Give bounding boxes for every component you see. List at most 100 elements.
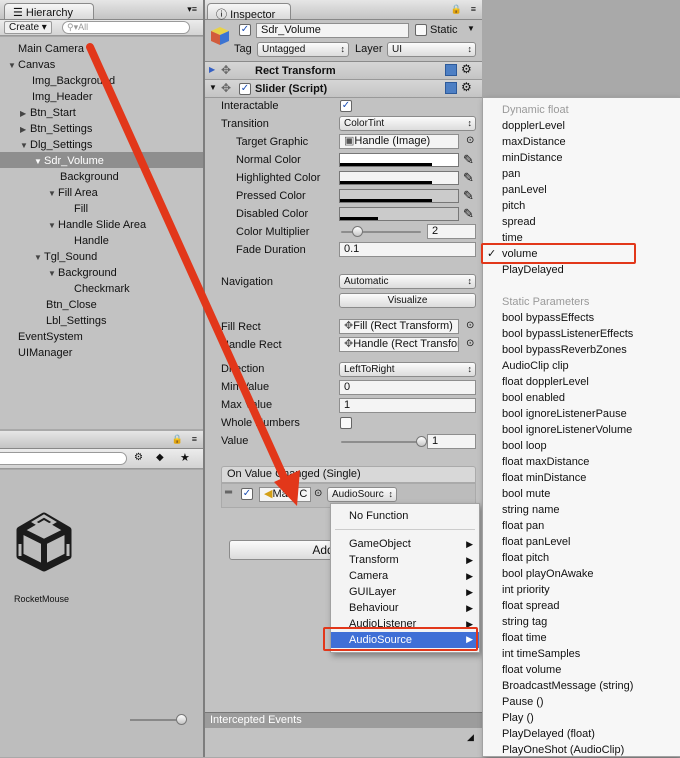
expand-triangle-icon[interactable]: ▼ — [48, 186, 58, 202]
lock-icon[interactable]: 🔒 — [451, 4, 462, 15]
hierarchy-item-uimanager[interactable]: UIManager — [18, 345, 72, 361]
disabled-color-swatch[interactable] — [339, 207, 459, 221]
expand-triangle-icon[interactable]: ▼ — [209, 83, 217, 92]
hierarchy-item-fill-area[interactable]: ▼ Fill Area — [48, 185, 98, 201]
event-function-dropdown[interactable]: AudioSourc — [327, 487, 397, 502]
menu-item-guilayer[interactable]: GUILayer ▶ — [349, 584, 473, 600]
target-graphic-field[interactable]: ▣Handle (Image) — [339, 134, 459, 149]
drag-handle-icon[interactable]: ═ — [225, 487, 232, 498]
menu-item-behaviour[interactable]: Behaviour ▶ — [349, 600, 473, 616]
value-slider-knob[interactable] — [416, 436, 427, 447]
create-button[interactable]: Create ▾ — [4, 21, 52, 34]
visualize-button[interactable]: Visualize — [339, 293, 476, 308]
hierarchy-item-eventsystem[interactable]: EventSystem — [18, 329, 83, 345]
expand-triangle-icon[interactable]: ▼ — [8, 58, 18, 74]
submenu-static-item[interactable]: Play () — [502, 710, 534, 726]
submenu-static-item[interactable]: float panLevel — [502, 534, 571, 550]
static-checkbox[interactable] — [415, 24, 427, 36]
menu-item-no-function[interactable]: No Function — [349, 508, 408, 524]
help-book-icon[interactable] — [445, 64, 457, 76]
submenu-static-item[interactable]: bool ignoreListenerPause — [502, 406, 627, 422]
hierarchy-item-background[interactable]: Background — [60, 169, 119, 185]
submenu-item-dopplerlevel[interactable]: dopplerLevel — [502, 118, 565, 134]
submenu-static-item[interactable]: float time — [502, 630, 547, 646]
hierarchy-item-checkmark[interactable]: Checkmark — [74, 281, 130, 297]
submenu-static-item[interactable]: int timeSamples — [502, 646, 580, 662]
name-field[interactable]: Sdr_Volume — [256, 23, 409, 38]
expand-triangle-icon[interactable]: ▼ — [34, 154, 44, 170]
pressed-color-swatch[interactable] — [339, 189, 459, 203]
submenu-static-item[interactable]: float spread — [502, 598, 559, 614]
submenu-static-item[interactable]: bool mute — [502, 486, 550, 502]
submenu-static-item[interactable]: bool bypassEffects — [502, 310, 594, 326]
collapse-triangle-icon[interactable]: ▶ — [209, 65, 215, 74]
event-enabled-checkbox[interactable]: ✓ — [241, 488, 253, 500]
submenu-static-item[interactable]: Pause () — [502, 694, 544, 710]
tab-inspector[interactable]: ⓘ Inspector — [207, 3, 291, 21]
submenu-item-pitch[interactable]: pitch — [502, 198, 525, 214]
static-dropdown-icon[interactable]: ▼ — [467, 24, 475, 33]
submenu-item-mindistance[interactable]: minDistance — [502, 150, 563, 166]
layer-dropdown[interactable]: UI — [387, 42, 476, 57]
normal-color-swatch[interactable] — [339, 153, 459, 167]
resize-grip-icon[interactable]: ◢ — [467, 732, 474, 743]
submenu-static-item[interactable]: float pitch — [502, 550, 549, 566]
gear-icon[interactable]: ⚙ — [461, 80, 472, 94]
eyedropper-icon[interactable]: ✎ — [463, 188, 474, 204]
menu-item-gameobject[interactable]: GameObject ▶ — [349, 536, 473, 552]
hierarchy-item-handle[interactable]: Handle — [74, 233, 109, 249]
expand-triangle-icon[interactable]: ▼ — [20, 138, 30, 154]
expand-triangle-icon[interactable]: ▼ — [48, 266, 58, 282]
direction-dropdown[interactable]: LeftToRight — [339, 362, 476, 377]
hierarchy-item-dlg-settings[interactable]: ▼ Dlg_Settings — [20, 137, 92, 153]
lock-icon[interactable]: 🔒 — [172, 434, 183, 445]
submenu-item-spread[interactable]: spread — [502, 214, 536, 230]
submenu-static-item[interactable]: PlayDelayed (float) — [502, 726, 595, 742]
submenu-static-item[interactable]: float pan — [502, 518, 544, 534]
hierarchy-item-sdr-volume[interactable]: ▼ Sdr_Volume — [34, 153, 104, 169]
color-multiplier-knob[interactable] — [352, 226, 363, 237]
collapse-triangle-icon[interactable]: ▶ — [20, 106, 30, 122]
help-book-icon[interactable] — [445, 82, 457, 94]
project-search-input[interactable] — [0, 452, 127, 465]
submenu-static-item[interactable]: bool ignoreListenerVolume — [502, 422, 632, 438]
submenu-static-item[interactable]: bool bypassReverbZones — [502, 342, 627, 358]
object-picker-icon[interactable]: ⊙ — [466, 135, 474, 146]
hierarchy-item-fill[interactable]: Fill — [74, 201, 88, 217]
submenu-static-item[interactable]: float dopplerLevel — [502, 374, 589, 390]
value-field[interactable]: 1 — [427, 434, 476, 449]
submenu-static-item[interactable]: PlayOneShot (AudioClip) — [502, 742, 624, 758]
submenu-item-maxdistance[interactable]: maxDistance — [502, 134, 566, 150]
whole-numbers-checkbox[interactable] — [340, 417, 352, 429]
tag-dropdown[interactable]: Untagged — [257, 42, 349, 57]
submenu-static-item[interactable]: bool bypassListenerEffects — [502, 326, 633, 342]
panel-menu-icon[interactable]: ▾≡ — [187, 4, 197, 15]
hierarchy-item-canvas[interactable]: ▼ Canvas — [8, 57, 55, 73]
tab-hierarchy[interactable]: ☰ Hierarchy — [4, 3, 94, 19]
expand-triangle-icon[interactable]: ▼ — [34, 250, 44, 266]
hierarchy-item-btn-settings[interactable]: ▶ Btn_Settings — [20, 121, 92, 137]
transition-dropdown[interactable]: ColorTint — [339, 116, 476, 131]
filter-by-type-icon[interactable]: ⚙ — [134, 452, 143, 463]
eyedropper-icon[interactable]: ✎ — [463, 170, 474, 186]
gear-icon[interactable]: ⚙ — [461, 62, 472, 76]
active-checkbox[interactable]: ✓ — [239, 24, 251, 36]
panel-menu-icon[interactable]: ≡ — [471, 4, 476, 14]
filter-by-label-icon[interactable]: ◆ — [156, 452, 164, 463]
expand-triangle-icon[interactable]: ▼ — [48, 218, 58, 234]
value-slider[interactable] — [341, 441, 421, 443]
submenu-static-item[interactable]: int priority — [502, 582, 550, 598]
object-picker-icon[interactable]: ⊙ — [466, 320, 474, 331]
hierarchy-item-img-background[interactable]: Img_Background — [32, 73, 115, 89]
submenu-static-item[interactable]: float minDistance — [502, 470, 586, 486]
menu-item-transform[interactable]: Transform ▶ — [349, 552, 473, 568]
submenu-item-panlevel[interactable]: panLevel — [502, 182, 547, 198]
hierarchy-search-input[interactable]: ⚲▾All — [62, 21, 190, 34]
asset-size-slider-knob[interactable] — [176, 714, 187, 725]
submenu-static-item[interactable]: bool loop — [502, 438, 547, 454]
hierarchy-item-main-camera[interactable]: Main Camera — [18, 41, 84, 57]
handle-rect-field[interactable]: ✥Handle (Rect Transform) — [339, 337, 459, 352]
hierarchy-item-lbl-settings[interactable]: Lbl_Settings — [46, 313, 107, 329]
submenu-item-pan[interactable]: pan — [502, 166, 520, 182]
interactable-checkbox[interactable]: ✓ — [340, 100, 352, 112]
